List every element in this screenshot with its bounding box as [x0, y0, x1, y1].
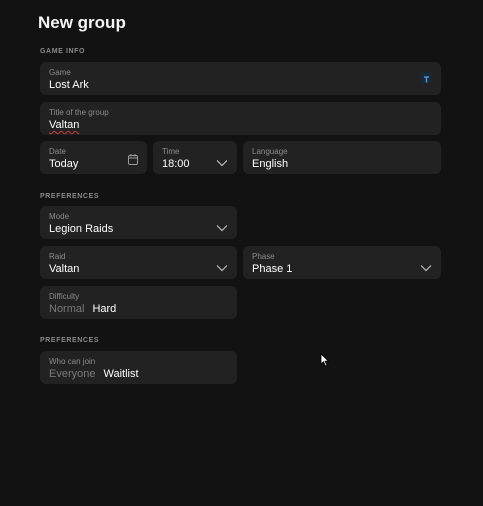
difficulty-toggle: Difficulty Normal Hard — [40, 286, 237, 319]
language-field-value: English — [252, 158, 289, 170]
language-field[interactable]: Language English — [243, 141, 441, 174]
page-title: New group — [38, 13, 126, 32]
who-can-join-option-waitlist[interactable]: Waitlist — [103, 368, 138, 380]
group-title-value: Valtan — [49, 119, 80, 131]
mode-select[interactable]: Mode Legion Raids — [40, 206, 237, 239]
time-field[interactable]: Time 18:00 — [153, 141, 237, 174]
calendar-icon[interactable] — [128, 152, 138, 165]
difficulty-label: Difficulty — [49, 292, 80, 301]
who-can-join-label: Who can join — [49, 357, 96, 366]
date-field-value: Today — [49, 158, 79, 170]
section-label-game-info: GAME INFO — [40, 48, 86, 55]
who-can-join-toggle: Who can join Everyone Waitlist — [40, 351, 237, 384]
language-field-label: Language — [252, 147, 288, 156]
chevron-down-icon[interactable] — [216, 154, 228, 166]
date-field-label: Date — [49, 147, 66, 156]
section-label-preferences: PREFERENCES — [40, 193, 100, 200]
raid-label: Raid — [49, 252, 66, 261]
who-can-join-option-everyone[interactable]: Everyone — [49, 368, 95, 380]
lost-ark-game-icon — [421, 72, 432, 83]
difficulty-option-normal[interactable]: Normal — [49, 303, 84, 315]
phase-value: Phase 1 — [252, 263, 293, 275]
raid-value: Valtan — [49, 263, 80, 275]
raid-select[interactable]: Raid Valtan — [40, 246, 237, 279]
difficulty-option-hard[interactable]: Hard — [92, 303, 116, 315]
chevron-down-icon[interactable] — [216, 259, 228, 271]
game-field-value: Lost Ark — [49, 79, 89, 91]
date-field[interactable]: Date Today — [40, 141, 147, 174]
group-title-field[interactable]: Title of the group Valtan — [40, 102, 441, 135]
mode-value: Legion Raids — [49, 223, 114, 235]
chevron-down-icon[interactable] — [420, 259, 432, 271]
group-title-label: Title of the group — [49, 108, 109, 117]
phase-label: Phase — [252, 252, 275, 261]
mode-label: Mode — [49, 212, 70, 221]
mouse-cursor-icon — [320, 353, 330, 367]
game-field[interactable]: Game Lost Ark — [40, 62, 441, 95]
game-field-label: Game — [49, 68, 71, 77]
phase-select[interactable]: Phase Phase 1 — [243, 246, 441, 279]
chevron-down-icon[interactable] — [216, 219, 228, 231]
section-label-preferences-access: PREFERENCES — [40, 337, 100, 344]
